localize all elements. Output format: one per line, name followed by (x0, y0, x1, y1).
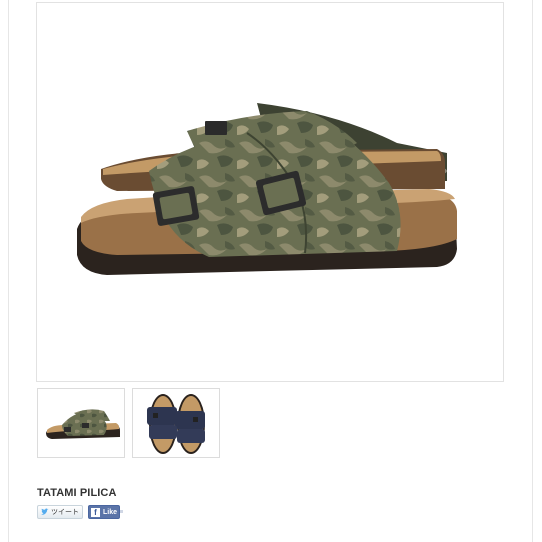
page-edge-left (8, 0, 9, 542)
tweet-button[interactable]: ツイート (37, 505, 83, 519)
camo-sandal-image (77, 103, 457, 275)
main-product-image (36, 2, 504, 382)
thumbnail-navy-sandal[interactable] (132, 388, 220, 458)
camo-sandal-thumbnail-icon (46, 409, 120, 439)
facebook-like-button[interactable]: f Like (88, 505, 120, 519)
page-edge-right (532, 0, 533, 542)
twitter-bird-icon (40, 507, 49, 515)
like-label: Like (103, 508, 118, 516)
brand-name: TATAMI PILICA (37, 487, 117, 499)
navy-sandal-thumbnail-icon (147, 394, 205, 454)
facebook-icon: f (91, 507, 100, 517)
thumbnail-camo-sandal[interactable] (37, 388, 125, 458)
like-count-nub (120, 510, 123, 513)
tweet-label: ツイート (51, 507, 79, 516)
